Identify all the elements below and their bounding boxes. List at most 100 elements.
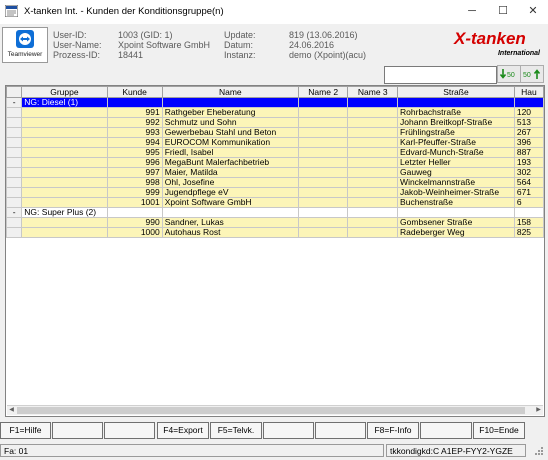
close-button[interactable]: ✕ xyxy=(518,0,548,24)
column-header-kunde[interactable]: Kunde xyxy=(106,86,163,98)
f7-button[interactable] xyxy=(315,422,366,439)
empty-cell xyxy=(298,256,348,265)
name-cell xyxy=(161,97,299,108)
kunde-cell: 997 xyxy=(106,167,163,178)
table-row[interactable]: 993 Gewerbebau Stahl und Beton Frühlingstr… xyxy=(6,127,544,138)
empty-cell xyxy=(107,337,162,346)
table-row[interactable]: 998 Ohl, Josefine Winckelmannstraße 564 xyxy=(6,177,544,188)
column-header-name2[interactable]: Name 2 xyxy=(297,86,349,98)
search-down-button[interactable]: 50 xyxy=(497,65,521,83)
empty-cell xyxy=(107,256,162,265)
group-row[interactable]: - NG: Super Plus (2) xyxy=(6,207,544,218)
row-marker xyxy=(6,137,23,148)
empty-cell xyxy=(514,391,543,400)
column-header-gruppe[interactable]: Gruppe xyxy=(21,86,108,98)
empty-cell xyxy=(162,238,298,248)
column-header-hausnummer[interactable]: Hau xyxy=(513,86,544,98)
f6-button[interactable] xyxy=(263,422,314,439)
gruppe-cell xyxy=(21,127,108,138)
user-name-value: Xpoint Software GmbH xyxy=(118,40,211,50)
f1-help-button[interactable]: F1=Hilfe xyxy=(0,422,51,439)
name2-cell xyxy=(297,197,349,208)
table-row[interactable]: 1000 Autohaus Rost Radeberger Weg 825 xyxy=(6,227,544,238)
hausnummer-cell: 513 xyxy=(513,117,544,128)
scroll-right-icon[interactable]: ▶ xyxy=(534,406,543,415)
table-row[interactable]: 994 EUROCOM Kommunikation Karl-Pfeuffer-St… xyxy=(6,137,544,148)
row-marker xyxy=(6,117,23,128)
horizontal-scrollbar[interactable]: ◀ ▶ xyxy=(7,405,543,415)
table-row[interactable]: 997 Maier, Matilda Gauweg 302 xyxy=(6,167,544,178)
empty-row xyxy=(7,319,544,328)
column-header-strasse[interactable]: Straße xyxy=(397,86,515,98)
empty-cell xyxy=(107,382,162,391)
name3-cell xyxy=(347,107,399,118)
empty-cell xyxy=(298,238,348,248)
strasse-cell: Gauweg xyxy=(397,167,515,178)
f3-button[interactable] xyxy=(104,422,155,439)
empty-cell xyxy=(7,319,22,328)
empty-cell xyxy=(22,247,107,256)
kunde-cell xyxy=(106,207,163,218)
table-row[interactable]: 996 MegaBunt Malerfachbetrieb Letzter Hell… xyxy=(6,157,544,168)
f8-info-button[interactable]: F8=F-Info xyxy=(367,422,419,439)
empty-cell xyxy=(162,310,298,319)
empty-cell xyxy=(22,373,107,382)
name2-cell xyxy=(297,117,349,128)
f4-export-button[interactable]: F4=Export xyxy=(157,422,209,439)
scroll-thumb[interactable] xyxy=(17,407,525,414)
empty-cell xyxy=(298,373,348,382)
empty-cell xyxy=(22,265,107,274)
table-row[interactable]: 991 Rathgeber Eheberatung Rohrbachstraße 12… xyxy=(6,107,544,118)
empty-cell xyxy=(514,355,543,364)
scroll-left-icon[interactable]: ◀ xyxy=(7,406,16,415)
minimize-button[interactable]: ─ xyxy=(457,0,487,24)
f10-exit-button[interactable]: F10=Ende xyxy=(473,422,525,439)
hausnummer-cell: 671 xyxy=(513,187,544,198)
empty-cell xyxy=(514,292,543,301)
status-program: tkkondigkd:C A1EP-FYY2-YGZE xyxy=(386,444,526,457)
table-row[interactable]: 1001 Xpoint Software GmbH Buchenstraße 6 xyxy=(6,197,544,208)
empty-cell xyxy=(398,382,515,391)
table-row[interactable]: 999 Jugendpflege eV Jakob-Weinheimer-Straß… xyxy=(6,187,544,198)
empty-cell xyxy=(514,382,543,391)
strasse-cell: Edvard-Munch-Straße xyxy=(397,147,515,158)
table-row[interactable]: 992 Schmutz und Sohn Johann Breitkopf-Stra… xyxy=(6,117,544,128)
name3-cell xyxy=(347,187,399,198)
name3-cell xyxy=(347,157,399,168)
column-header-name[interactable]: Name xyxy=(161,86,299,98)
hausnummer-cell xyxy=(513,207,544,218)
table-row[interactable]: 995 Friedl, Isabel Edvard-Munch-Straße 887 xyxy=(6,147,544,158)
maximize-button[interactable]: ☐ xyxy=(488,0,518,24)
instanz-value: demo (Xpoint)(acu) xyxy=(289,50,367,60)
row-marker xyxy=(6,157,23,168)
f2-button[interactable] xyxy=(52,422,103,439)
resize-grip-icon[interactable] xyxy=(528,444,546,457)
customer-grid[interactable]: Gruppe Kunde Name Name 2 Name 3 Straße H… xyxy=(5,85,545,417)
empty-cell xyxy=(162,301,298,310)
search-up-button[interactable]: 50 xyxy=(520,65,544,83)
empty-row xyxy=(7,355,544,364)
group-row[interactable]: - NG: Diesel (1) xyxy=(6,97,544,108)
empty-row xyxy=(7,247,544,256)
name3-cell xyxy=(347,207,399,218)
f9-button[interactable] xyxy=(420,422,472,439)
empty-cell xyxy=(22,382,107,391)
hausnummer-cell: 158 xyxy=(513,217,544,228)
table-row[interactable]: 990 Sandner, Lukas Gombsener Straße 158 xyxy=(6,217,544,228)
empty-cell xyxy=(162,337,298,346)
empty-cell xyxy=(298,355,348,364)
gruppe-cell xyxy=(21,157,108,168)
app-icon xyxy=(5,5,18,17)
empty-cell xyxy=(22,274,107,283)
teamviewer-label: Teamviewer xyxy=(7,51,43,58)
name2-cell xyxy=(297,187,349,198)
empty-cell xyxy=(7,292,22,301)
f5-telvk-button[interactable]: F5=Telvk. xyxy=(210,422,262,439)
empty-cell xyxy=(22,391,107,400)
column-header-name3[interactable]: Name 3 xyxy=(347,86,399,98)
empty-cell xyxy=(514,328,543,337)
teamviewer-button[interactable]: Teamviewer xyxy=(2,27,48,63)
search-input[interactable] xyxy=(384,66,497,84)
name3-cell xyxy=(347,197,399,208)
kunde-cell: 992 xyxy=(106,117,163,128)
